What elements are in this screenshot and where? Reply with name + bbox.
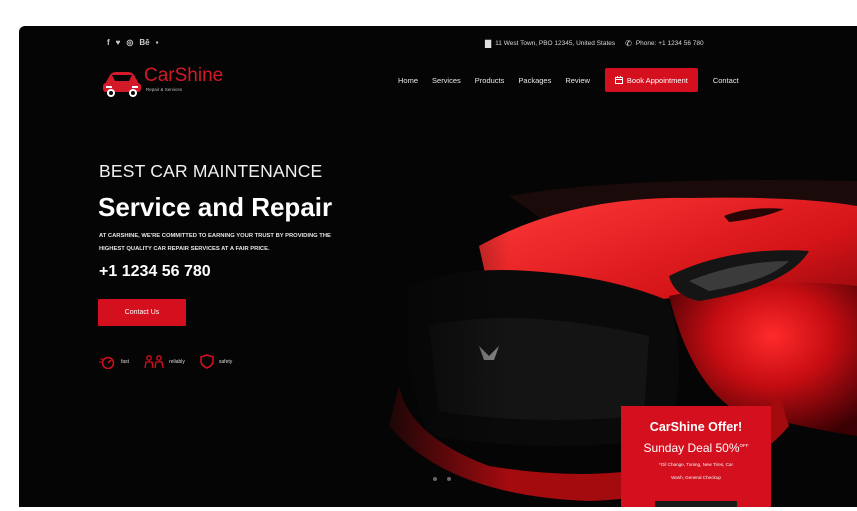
map-icon: ▇ bbox=[485, 39, 492, 48]
car-logo-icon bbox=[103, 72, 141, 97]
phone-item: ✆ Phone: +1 1234 56 780 bbox=[625, 39, 703, 48]
phone-icon: ✆ bbox=[625, 39, 632, 48]
feature-fast: fast bbox=[99, 355, 129, 369]
feature-safety-label: safety bbox=[218, 358, 233, 365]
brand-logo[interactable]: CarShine Repair & Services bbox=[101, 64, 231, 98]
offer-deal-text: Sunday Deal 50% bbox=[643, 441, 740, 455]
book-appointment-label: Book Appointment bbox=[626, 75, 688, 85]
feature-safety: safety bbox=[199, 354, 232, 369]
address-item: ▇ 11 West Town, PBO 12345, United States bbox=[485, 39, 615, 48]
offer-details-line-2: Wash, General Checkup bbox=[671, 475, 721, 480]
behance-icon[interactable]: Bē bbox=[139, 38, 149, 48]
feature-reliably-label: reliably bbox=[169, 358, 185, 365]
twitter-icon[interactable]: ♥ bbox=[116, 38, 121, 48]
book-appointment-button[interactable]: Book Appointment bbox=[604, 68, 698, 92]
red-car-image bbox=[369, 136, 857, 507]
hero-description-line-2: HIGHEST QUALITY CAR REPAIR SERVICES AT A… bbox=[99, 246, 270, 252]
page-frame: f ♥ ◎ Bē ▪ ▇ 11 West Town, PBO 12345, Un… bbox=[0, 0, 857, 511]
nav-item-products[interactable]: Products bbox=[475, 76, 505, 85]
shield-icon bbox=[200, 354, 214, 369]
main-nav: Home Services Products Packages Review B… bbox=[391, 67, 746, 93]
social-links: f ♥ ◎ Bē ▪ bbox=[107, 38, 158, 48]
offer-card: CarShine Offer! Sunday Deal 50%OFF *Oil … bbox=[621, 406, 771, 507]
facebook-icon[interactable]: f bbox=[107, 38, 110, 48]
hero-description-line-1: AT CARSHINE, WE'RE COMMITTED TO EARNING … bbox=[99, 233, 331, 239]
people-icon bbox=[144, 354, 164, 368]
hero-eyebrow: BEST CAR MAINTENANCE bbox=[99, 161, 323, 181]
address-text: 11 West Town, PBO 12345, United States bbox=[495, 40, 616, 47]
nav-item-contact[interactable]: Contact bbox=[713, 76, 739, 85]
calendar-icon bbox=[614, 76, 623, 84]
site-header: CarShine Repair & Services Home Services… bbox=[19, 62, 857, 100]
carousel-dots bbox=[433, 477, 451, 481]
brand-tagline: Repair & Services bbox=[146, 87, 183, 92]
website-screenshot: f ♥ ◎ Bē ▪ ▇ 11 West Town, PBO 12345, Un… bbox=[19, 26, 857, 507]
phone-text: Phone: +1 1234 56 780 bbox=[635, 40, 704, 47]
offer-deal-sup: OFF bbox=[739, 443, 749, 448]
hero-title: Service and Repair bbox=[98, 192, 333, 222]
speedometer-icon bbox=[99, 356, 115, 369]
hero-phone[interactable]: +1 1234 56 780 bbox=[99, 263, 211, 281]
nav-item-services[interactable]: Services bbox=[432, 76, 461, 85]
carousel-dot-2[interactable] bbox=[447, 477, 451, 481]
contact-us-button[interactable]: Contact Us bbox=[98, 299, 186, 326]
top-bar: f ♥ ◎ Bē ▪ ▇ 11 West Town, PBO 12345, Un… bbox=[19, 26, 857, 62]
youtube-icon[interactable]: ▪ bbox=[156, 38, 159, 48]
nav-item-home[interactable]: Home bbox=[398, 76, 418, 85]
contact-info: ▇ 11 West Town, PBO 12345, United States… bbox=[485, 39, 704, 48]
offer-button[interactable] bbox=[655, 501, 737, 507]
brand-name: CarShine bbox=[144, 65, 224, 86]
feature-fast-label: fast bbox=[121, 358, 130, 365]
features-row: fast reliably safety bbox=[99, 354, 232, 369]
feature-reliably: reliably bbox=[143, 354, 185, 369]
instagram-icon[interactable]: ◎ bbox=[126, 38, 133, 48]
carousel-dot-1[interactable] bbox=[433, 477, 437, 481]
hero-description: AT CARSHINE, WE'RE COMMITTED TO EARNING … bbox=[99, 230, 424, 256]
nav-item-packages[interactable]: Packages bbox=[518, 76, 551, 85]
offer-title: CarShine Offer! bbox=[649, 420, 743, 434]
offer-details-line-1: *Oil Change, Tuning, New Tires, Car bbox=[658, 462, 734, 467]
offer-details: *Oil Change, Tuning, New Tires, Car Wash… bbox=[629, 458, 763, 484]
nav-item-review[interactable]: Review bbox=[565, 76, 590, 85]
offer-deal: Sunday Deal 50%OFF bbox=[629, 441, 763, 455]
